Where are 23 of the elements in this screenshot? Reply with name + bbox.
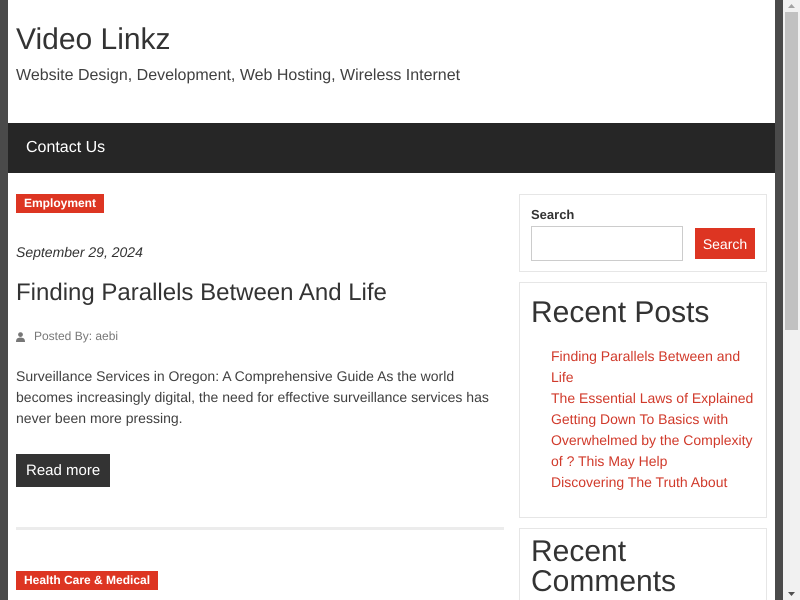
recent-post-link[interactable]: Overwhelmed by the Complexity of ? This May Help bbox=[551, 430, 755, 472]
widget-title: Recent Posts bbox=[531, 298, 710, 328]
post-author: Posted By: aebi bbox=[34, 328, 118, 345]
search-button[interactable]: Search bbox=[695, 228, 755, 259]
recent-post-link[interactable]: Finding Parallels Between and Life bbox=[551, 346, 755, 388]
post-excerpt: Surveillance Services in Oregon: A Comprehensive Guide As the world becomes increasingly digital, the need for effective surveillance services has never been more pressing. bbox=[16, 367, 490, 428]
site-title[interactable]: Video Linkz bbox=[16, 22, 767, 58]
recent-post-link[interactable]: Getting Down To Basics with bbox=[551, 409, 755, 430]
site-tagline: Website Design, Development, Web Hosting, Wireless Internet bbox=[16, 66, 462, 85]
post-title[interactable]: Finding Parallels Between And Life bbox=[16, 278, 504, 308]
category-tag[interactable]: Employment bbox=[16, 194, 104, 213]
recent-post-link[interactable]: Discovering The Truth About bbox=[551, 472, 755, 493]
widget-title: Recent Comments bbox=[531, 537, 678, 597]
recent-post-link[interactable]: The Essential Laws of Explained bbox=[551, 388, 755, 409]
search-label: Search bbox=[531, 207, 576, 223]
post-date: September 29, 2024 bbox=[16, 243, 144, 262]
category-tag[interactable]: Health Care & Medical bbox=[16, 571, 158, 590]
search-field[interactable] bbox=[531, 226, 683, 261]
scrollbar-thumb[interactable] bbox=[785, 12, 798, 330]
read-more-button[interactable]: Read more bbox=[16, 454, 110, 487]
scrollbar[interactable] bbox=[783, 0, 800, 600]
user-icon bbox=[16, 332, 25, 342]
nav-link[interactable]: Contact Us bbox=[26, 138, 106, 158]
